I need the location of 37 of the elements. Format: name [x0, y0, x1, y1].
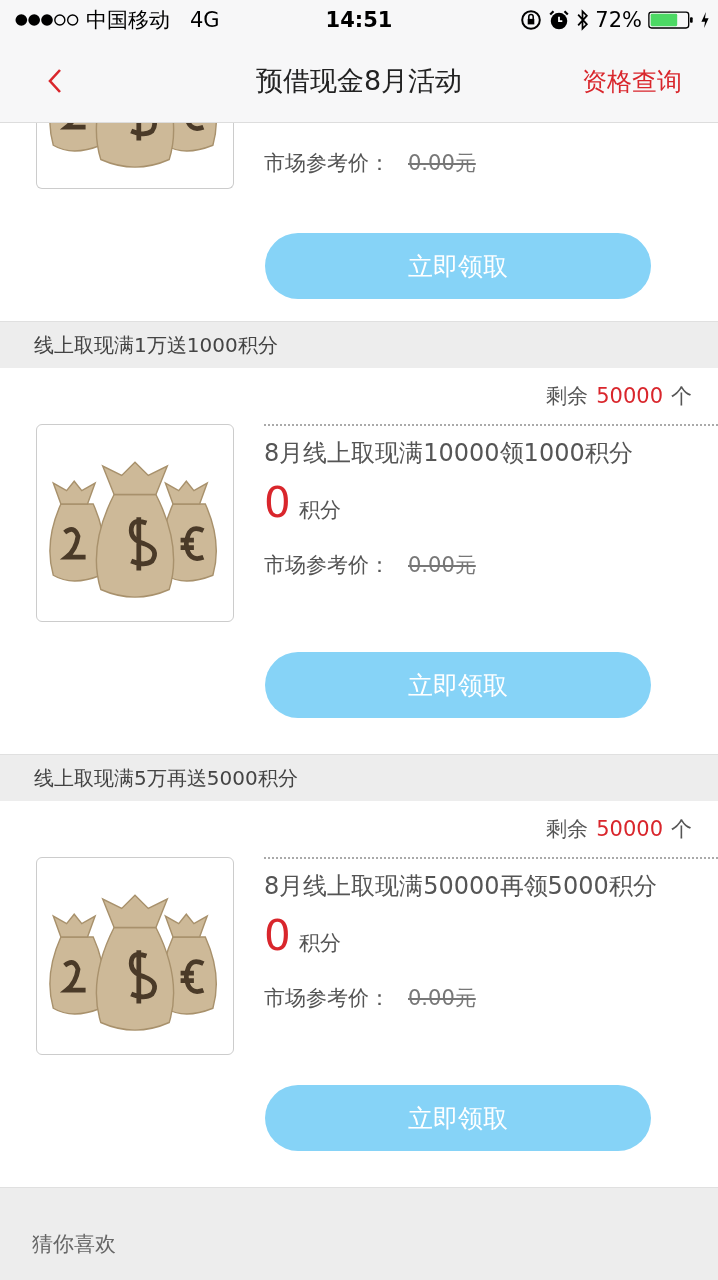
market-price-label: 市场参考价：	[264, 552, 390, 579]
points-value: 0	[264, 911, 291, 960]
carrier-name: 中国移动	[86, 7, 170, 34]
market-price-label: 市场参考价：	[264, 150, 390, 177]
signal-strength-icon	[14, 13, 80, 27]
remaining-label: 剩余	[546, 816, 589, 843]
bluetooth-icon	[576, 9, 590, 31]
rotation-lock-icon	[520, 9, 543, 31]
alarm-clock-icon	[548, 9, 571, 31]
page-title: 预借现金8月活动	[255, 64, 463, 98]
network-type: 4G	[190, 8, 220, 32]
market-price: 0.00元	[408, 150, 476, 177]
remaining-unit: 个	[671, 383, 692, 410]
market-price: 0.00元	[408, 985, 476, 1012]
section-header: 线上取现满1万送1000积分	[0, 322, 718, 368]
market-price-label: 市场参考价：	[264, 985, 390, 1012]
recommend-title: 猜你喜欢	[32, 1232, 116, 1256]
remaining-unit: 个	[671, 816, 692, 843]
back-chevron-icon	[48, 68, 62, 94]
claim-button[interactable]: 立即领取	[265, 1085, 651, 1151]
points-value: 0	[264, 478, 291, 527]
product-title: 8月线上取现满10000领1000积分	[264, 440, 634, 466]
product-title: 8月线上取现满50000再领5000积分	[264, 873, 658, 899]
remaining-label: 剩余	[546, 383, 589, 410]
status-time: 14:51	[325, 8, 393, 32]
remaining-count: 50000	[596, 817, 663, 841]
section-header: 线上取现满5万再送5000积分	[0, 755, 718, 801]
battery-icon	[648, 10, 694, 30]
claim-button[interactable]: 立即领取	[265, 233, 651, 299]
claim-button[interactable]: 立即领取	[265, 652, 651, 718]
qualification-query-link[interactable]: 资格查询	[582, 64, 682, 98]
points-unit: 积分	[298, 930, 341, 957]
points-unit: 积分	[298, 497, 341, 524]
market-price: 0.00元	[408, 552, 476, 579]
remaining-count: 50000	[596, 384, 663, 408]
charging-bolt-icon	[700, 11, 710, 29]
battery-percentage: 72%	[595, 8, 642, 32]
